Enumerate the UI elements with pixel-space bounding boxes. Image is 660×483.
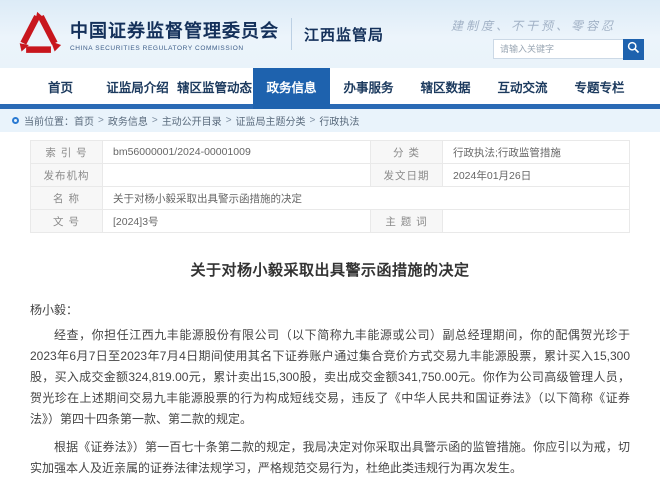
nav-item-special-columns[interactable]: 专题专栏 <box>561 68 638 104</box>
breadcrumb-separator: > <box>151 115 158 126</box>
table-row: 发布机构 发文日期 2024年01月26日 <box>30 163 630 187</box>
nav-item-interaction[interactable]: 互动交流 <box>484 68 561 104</box>
nav-item-bureau-intro[interactable]: 证监局介绍 <box>99 68 176 104</box>
search-icon <box>627 41 640 57</box>
breadcrumb: 当前位置： 首页 > 政务信息 > 主动公开目录 > 证监局主题分类 > 行政执… <box>0 109 660 132</box>
salutation: 杨小毅： <box>30 303 79 317</box>
meta-table: 索 引 号 bm56000001/2024-00001009 分 类 行政执法;… <box>30 140 630 233</box>
table-row: 索 引 号 bm56000001/2024-00001009 分 类 行政执法;… <box>30 140 630 164</box>
doc-number-label: 文 号 <box>30 209 103 233</box>
category-value: 行政执法;行政监管措施 <box>442 140 630 164</box>
paragraph-facts: 经查，你担任江西九丰能源股份有限公司（以下简称九丰能源或公司）副总经理期间，你的… <box>30 328 630 426</box>
breadcrumb-item-home[interactable]: 首页 <box>74 113 94 128</box>
breadcrumb-item-open-directory[interactable]: 主动公开目录 <box>162 113 222 128</box>
header-right: 建制度、不干预、零容忍 <box>451 9 644 60</box>
site-header: 中国证券监督管理委员会 CHINA SECURITIES REGULATORY … <box>0 0 660 68</box>
nav-item-home[interactable]: 首页 <box>22 68 99 104</box>
keyword-value <box>442 209 630 233</box>
issuer-label: 发布机构 <box>30 163 103 187</box>
bureau-name[interactable]: 江西监管局 <box>304 24 384 45</box>
search-input[interactable] <box>493 39 623 59</box>
breadcrumb-prefix: 当前位置： <box>24 117 74 128</box>
nav-item-regional-data[interactable]: 辖区数据 <box>407 68 484 104</box>
breadcrumb-item-gov-info[interactable]: 政务信息 <box>108 113 148 128</box>
document-body: 杨小毅： 经查，你担任江西九丰能源股份有限公司（以下简称九丰能源或公司）副总经理… <box>30 300 630 483</box>
index-number-label: 索 引 号 <box>30 140 103 164</box>
issuer-value <box>102 163 371 187</box>
header-divider <box>291 18 292 50</box>
category-label: 分 类 <box>370 140 443 164</box>
index-number-value: bm56000001/2024-00001009 <box>102 140 371 164</box>
site-logo-link[interactable]: 中国证券监督管理委员会 CHINA SECURITIES REGULATORY … <box>16 11 279 57</box>
table-row: 名 称 关于对杨小毅采取出具警示函措施的决定 <box>30 186 630 210</box>
org-name-en: CHINA SECURITIES REGULATORY COMMISSION <box>70 44 244 52</box>
doc-number-value: [2024]3号 <box>102 209 371 233</box>
nav-item-gov-info[interactable]: 政务信息 <box>253 68 330 109</box>
paragraph-decision: 根据《证券法》）第一百七十条第二款的规定，我局决定对你采取出具警示函的监管措施。… <box>30 440 630 475</box>
search-button[interactable] <box>623 38 644 60</box>
main-content: 索 引 号 bm56000001/2024-00001009 分 类 行政执法;… <box>0 132 660 483</box>
csrc-logo-icon <box>16 11 62 57</box>
nav-item-regional-news[interactable]: 辖区监管动态 <box>176 68 253 104</box>
table-row: 文 号 [2024]3号 主 题 词 <box>30 209 630 233</box>
breadcrumb-separator: > <box>98 115 104 126</box>
breadcrumb-separator: > <box>225 115 232 126</box>
search-bar <box>493 38 644 60</box>
issue-date-label: 发文日期 <box>370 163 443 187</box>
breadcrumb-item-topic-category[interactable]: 证监局主题分类 <box>236 113 306 128</box>
name-value: 关于对杨小毅采取出具警示函措施的决定 <box>102 186 630 210</box>
name-label: 名 称 <box>30 186 103 210</box>
page: 中国证券监督管理委员会 CHINA SECURITIES REGULATORY … <box>0 0 660 483</box>
location-icon <box>12 117 19 124</box>
org-title-block: 中国证券监督管理委员会 CHINA SECURITIES REGULATORY … <box>70 17 279 52</box>
nav-item-services[interactable]: 办事服务 <box>330 68 407 104</box>
breadcrumb-separator: > <box>309 115 316 126</box>
document-title: 关于对杨小毅采取出具警示函措施的决定 <box>190 262 470 279</box>
issue-date-value: 2024年01月26日 <box>442 163 630 187</box>
main-nav: 首页 证监局介绍 辖区监管动态 政务信息 办事服务 辖区数据 互动交流 专题专栏 <box>0 68 660 109</box>
keyword-label: 主 题 词 <box>370 209 443 233</box>
breadcrumb-item-admin-enforcement[interactable]: 行政执法 <box>319 113 359 128</box>
org-name: 中国证券监督管理委员会 <box>70 20 279 41</box>
slogan-text: 建制度、不干预、零容忍 <box>450 18 616 33</box>
